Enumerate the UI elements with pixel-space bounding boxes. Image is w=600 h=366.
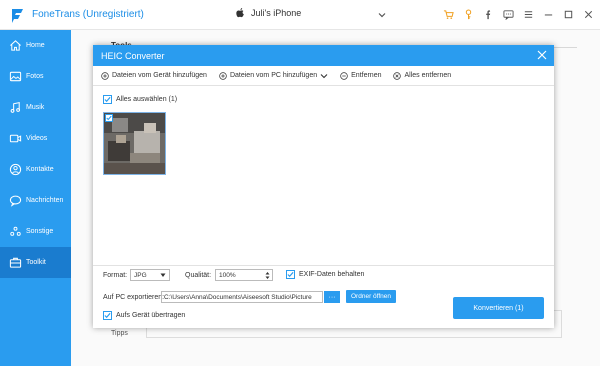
heic-converter-dialog: HEIC Converter Dateien vom Gerät hinzufü… xyxy=(93,45,554,328)
home-icon xyxy=(8,39,22,53)
close-icon[interactable] xyxy=(537,50,547,60)
plus-circle-icon xyxy=(101,71,109,80)
device-name: Juli's iPhone xyxy=(251,8,302,18)
spinner-icon[interactable] xyxy=(265,271,270,280)
add-from-device-button[interactable]: Dateien vom Gerät hinzufügen xyxy=(101,71,207,80)
export-path-field[interactable]: C:\Users\Anna\Documents\Aiseesoft Studio… xyxy=(161,291,323,303)
sidebar-item-label: Toolkit xyxy=(26,259,46,266)
add-from-pc-label: Dateien vom PC hinzufügen xyxy=(229,72,318,79)
sidebar-item-label: Nachrichten xyxy=(26,197,64,204)
dialog-toolbar: Dateien vom Gerät hinzufügen Dateien vom… xyxy=(93,66,554,86)
app-title: FoneTrans (Unregistriert) xyxy=(32,9,144,20)
select-all-checkbox[interactable] xyxy=(103,95,112,104)
video-icon xyxy=(8,132,22,146)
facebook-icon[interactable] xyxy=(482,8,494,20)
image-thumbnail[interactable] xyxy=(103,112,166,175)
quality-label: Qualität: xyxy=(185,272,212,279)
quality-value: 100% xyxy=(219,271,236,279)
dialog-options: Format: JPG Qualität: 100% EXIF-Daten be… xyxy=(93,265,554,328)
sidebar-item-home[interactable]: Home xyxy=(0,30,71,61)
chevron-down-icon[interactable] xyxy=(377,10,387,20)
key-icon[interactable] xyxy=(462,8,474,20)
photo-icon xyxy=(8,70,22,84)
exif-row[interactable]: EXIF-Daten behalten xyxy=(286,270,364,279)
export-label: Auf PC exportieren: xyxy=(103,294,165,301)
format-label: Format: xyxy=(103,272,128,279)
dialog-header: HEIC Converter xyxy=(93,45,554,66)
remove-label: Entfernen xyxy=(351,72,382,79)
sidebar: Home Fotos Musik Videos Kontakte Nachric… xyxy=(0,30,71,366)
transfer-label: Aufs Gerät übertragen xyxy=(116,312,186,319)
remove-button[interactable]: Entfernen xyxy=(340,71,382,80)
chat-icon[interactable] xyxy=(502,8,514,20)
sidebar-item-videos[interactable]: Videos xyxy=(0,123,71,154)
sidebar-item-fotos[interactable]: Fotos xyxy=(0,61,71,92)
sidebar-item-musik[interactable]: Musik xyxy=(0,92,71,123)
format-value: JPG xyxy=(134,271,147,279)
maximize-icon[interactable] xyxy=(562,8,574,20)
sidebar-item-label: Fotos xyxy=(26,73,44,80)
menu-icon[interactable] xyxy=(522,8,534,20)
exif-checkbox[interactable] xyxy=(286,270,295,279)
contact-icon xyxy=(8,163,22,177)
remove-all-button[interactable]: Alles entfernen xyxy=(393,71,452,80)
photo-preview xyxy=(104,113,165,174)
sidebar-item-sonstige[interactable]: Sonstige xyxy=(0,216,71,247)
minus-circle-icon xyxy=(340,71,348,80)
select-all-row[interactable]: Alles auswählen (1) xyxy=(103,95,177,104)
sidebar-item-label: Sonstige xyxy=(26,228,54,235)
exif-label: EXIF-Daten behalten xyxy=(299,271,365,278)
add-from-device-label: Dateien vom Gerät hinzufügen xyxy=(112,72,207,79)
transfer-row[interactable]: Aufs Gerät übertragen xyxy=(103,311,185,320)
select-all-label: Alles auswählen (1) xyxy=(116,96,178,103)
browse-button[interactable]: ··· xyxy=(324,291,340,303)
app-logo-icon xyxy=(12,9,23,23)
title-bar: FoneTrans (Unregistriert) Juli's iPhone xyxy=(0,0,600,30)
convert-button[interactable]: Konvertieren (1) xyxy=(453,297,544,319)
close-icon[interactable] xyxy=(582,8,594,20)
sidebar-item-nachrichten[interactable]: Nachrichten xyxy=(0,185,71,216)
sidebar-item-label: Videos xyxy=(26,135,48,142)
message-icon xyxy=(8,194,22,208)
format-select[interactable]: JPG xyxy=(130,269,170,281)
sidebar-item-toolkit[interactable]: Toolkit xyxy=(0,247,71,278)
sidebar-item-label: Home xyxy=(26,42,45,49)
chevron-down-icon xyxy=(160,273,166,277)
remove-all-label: Alles entfernen xyxy=(404,72,452,79)
apple-icon xyxy=(236,8,244,18)
transfer-checkbox[interactable] xyxy=(103,311,112,320)
chevron-down-icon[interactable] xyxy=(320,73,328,79)
dialog-title: HEIC Converter xyxy=(101,50,165,61)
plus-circle-icon xyxy=(219,71,227,80)
cart-icon[interactable] xyxy=(442,8,454,20)
other-icon xyxy=(8,225,22,239)
open-folder-button[interactable]: Ordner öffnen xyxy=(346,290,396,303)
minimize-icon[interactable] xyxy=(542,8,554,20)
sidebar-item-label: Musik xyxy=(26,104,45,111)
sidebar-item-kontakte[interactable]: Kontakte xyxy=(0,154,71,185)
add-from-pc-button[interactable]: Dateien vom PC hinzufügen xyxy=(219,71,328,80)
x-circle-icon xyxy=(393,71,402,80)
quality-stepper[interactable]: 100% xyxy=(215,269,273,281)
music-icon xyxy=(8,101,22,115)
device-selector[interactable]: Juli's iPhone xyxy=(236,8,301,18)
toolkit-icon xyxy=(8,256,22,270)
sidebar-item-label: Kontakte xyxy=(26,166,54,173)
thumbnail-checkbox[interactable] xyxy=(105,114,113,122)
